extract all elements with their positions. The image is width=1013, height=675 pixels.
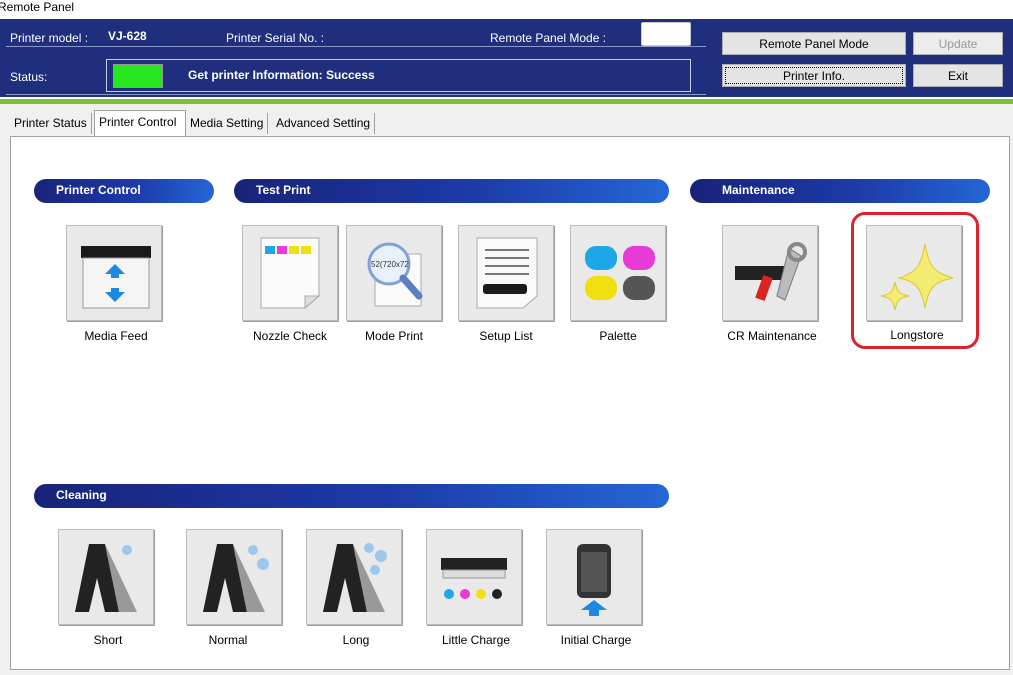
cleaning-long-label: Long bbox=[342, 633, 370, 647]
printer-info-button[interactable]: Printer Info. bbox=[722, 64, 906, 87]
media-feed-icon bbox=[81, 246, 151, 309]
title-bar: Remote Panel bbox=[0, 0, 1013, 18]
window-title: Remote Panel bbox=[0, 0, 75, 14]
initial-charge-icon bbox=[577, 544, 611, 616]
setup-list-icon bbox=[476, 237, 538, 309]
cr-maintenance-icon bbox=[735, 242, 807, 301]
tab-media-setting[interactable]: Media Setting bbox=[186, 113, 269, 134]
little-charge-icon bbox=[441, 558, 507, 599]
status-message: Get printer Information: Success bbox=[188, 68, 375, 82]
setup-list-label: Setup List bbox=[479, 329, 533, 343]
cleaning-short-label: Short bbox=[93, 633, 123, 647]
nozzle-check-button[interactable] bbox=[242, 225, 338, 321]
palette-icon bbox=[585, 246, 655, 300]
printer-model-value: VJ-628 bbox=[108, 29, 147, 43]
mode-print-icon-text: 52(720x72 bbox=[371, 260, 409, 269]
status-frame: Get printer Information: Success bbox=[106, 59, 691, 92]
update-button[interactable]: Update bbox=[913, 32, 1003, 55]
initial-charge-button[interactable] bbox=[546, 529, 642, 625]
little-charge-button[interactable] bbox=[426, 529, 522, 625]
serial-number-label: Printer Serial No. : bbox=[226, 31, 325, 45]
longstore-highlight bbox=[851, 212, 979, 349]
header-divider bbox=[6, 46, 706, 47]
nozzle-check-icon bbox=[260, 237, 321, 310]
section-test-print: Test Print bbox=[234, 179, 669, 203]
printer-model-label: Printer model : bbox=[10, 31, 89, 45]
cleaning-long-button[interactable] bbox=[306, 529, 402, 625]
tab-printer-status[interactable]: Printer Status bbox=[10, 113, 92, 134]
mode-print-icon: 52(720x72 bbox=[367, 242, 423, 307]
mode-print-label: Mode Print bbox=[364, 329, 424, 343]
cleaning-normal-button[interactable] bbox=[186, 529, 282, 625]
section-cleaning: Cleaning bbox=[34, 484, 669, 508]
cleaning-normal-icon bbox=[203, 544, 269, 612]
header-divider-bottom bbox=[6, 94, 706, 95]
media-feed-button[interactable] bbox=[66, 225, 162, 321]
media-feed-label: Media Feed bbox=[84, 329, 148, 343]
section-printer-control: Printer Control bbox=[34, 179, 214, 203]
status-indicator bbox=[113, 64, 163, 88]
remote-panel-mode-indicator bbox=[641, 22, 691, 46]
section-maintenance: Maintenance bbox=[690, 179, 990, 203]
palette-label: Palette bbox=[599, 329, 637, 343]
initial-charge-label: Initial Charge bbox=[560, 633, 632, 647]
little-charge-label: Little Charge bbox=[441, 633, 511, 647]
mode-print-button[interactable]: 52(720x72 bbox=[346, 225, 442, 321]
remote-panel-mode-label: Remote Panel Mode : bbox=[490, 31, 607, 45]
exit-button[interactable]: Exit bbox=[913, 64, 1003, 87]
remote-panel-mode-button[interactable]: Remote Panel Mode bbox=[722, 32, 906, 55]
cr-maintenance-label: CR Maintenance bbox=[727, 329, 817, 343]
status-label: Status: bbox=[10, 70, 48, 84]
cleaning-short-button[interactable] bbox=[58, 529, 154, 625]
cleaning-short-icon bbox=[75, 544, 137, 612]
tab-printer-control[interactable]: Printer Control bbox=[94, 110, 186, 136]
cr-maintenance-button[interactable] bbox=[722, 225, 818, 321]
setup-list-button[interactable] bbox=[458, 225, 554, 321]
cleaning-normal-label: Normal bbox=[208, 633, 248, 647]
cleaning-long-icon bbox=[323, 543, 387, 612]
tab-advanced-setting[interactable]: Advanced Setting bbox=[272, 113, 376, 134]
palette-button[interactable] bbox=[570, 225, 666, 321]
